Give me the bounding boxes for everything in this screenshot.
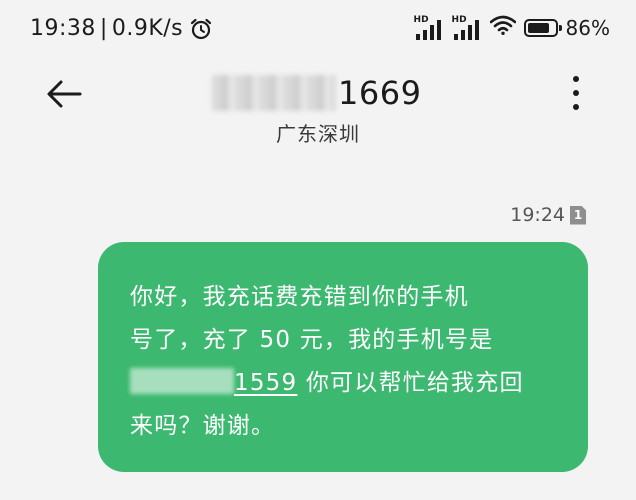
back-button[interactable] bbox=[44, 76, 84, 112]
message-line: 你好，我充话费充错到你的手机 bbox=[130, 284, 469, 310]
wifi-icon bbox=[489, 15, 516, 40]
status-bar: 19:38 | 0.9K/s HD HD 86% bbox=[0, 0, 636, 62]
message-line: 来吗？谢谢。 bbox=[130, 413, 276, 439]
arrow-left-icon bbox=[47, 80, 82, 108]
message-bubble[interactable]: 你好，我充话费充错到你的手机 号了，充了 50 元，我的手机号是 1559 你可… bbox=[98, 242, 588, 472]
redacted-phone-part bbox=[130, 368, 234, 394]
phone-number-link[interactable]: 1559 bbox=[130, 368, 298, 396]
status-separator: | bbox=[99, 16, 108, 41]
network-speed: 0.9K/s bbox=[111, 16, 184, 41]
message-time: 19:24 bbox=[510, 204, 565, 226]
more-menu-button[interactable] bbox=[566, 76, 586, 110]
battery-fill bbox=[527, 22, 550, 33]
battery-icon bbox=[523, 18, 562, 37]
contact-location: 广东深圳 bbox=[276, 122, 360, 146]
more-vertical-icon bbox=[573, 76, 579, 82]
status-bar-left: 19:38 | 0.9K/s bbox=[30, 16, 213, 41]
contact-number: 1669 bbox=[338, 74, 422, 112]
more-vertical-icon bbox=[573, 90, 579, 96]
alarm-clock-icon bbox=[189, 17, 213, 41]
cell-signal-icon: HD bbox=[452, 15, 482, 40]
redacted-number-part bbox=[212, 75, 336, 111]
message-line: 号了，充了 50 元，我的手机号是 bbox=[130, 327, 494, 353]
message-line-rest: 你可以帮忙给我充回 bbox=[297, 370, 524, 396]
clock-time: 19:38 bbox=[30, 16, 96, 41]
contact-title: 1669 bbox=[212, 70, 432, 116]
message-meta: 19:24 1 bbox=[510, 204, 586, 226]
message-line: 1559 你可以帮忙给我充回 bbox=[130, 362, 558, 405]
phone-number-suffix: 1559 bbox=[234, 370, 298, 396]
status-bar-right: HD HD 86% bbox=[414, 15, 610, 40]
sim-card-icon: 1 bbox=[570, 205, 586, 225]
battery-percent: 86% bbox=[565, 15, 610, 40]
cell-signal-icon: HD bbox=[414, 15, 444, 40]
more-vertical-icon bbox=[573, 104, 579, 110]
